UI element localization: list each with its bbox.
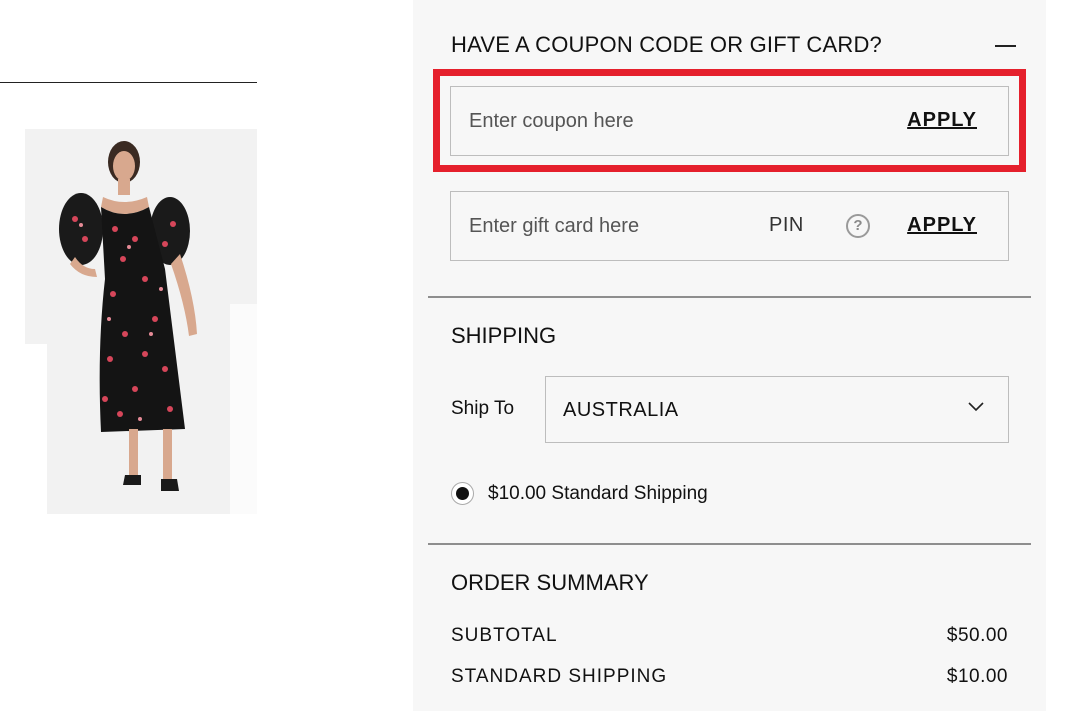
standard-shipping-label[interactable]: $10.00 Standard Shipping (488, 483, 708, 505)
top-divider (0, 82, 257, 83)
chevron-down-icon (968, 402, 984, 412)
shipping-cost-row: STANDARD SHIPPING $10.00 (451, 666, 1008, 688)
coupon-section-title[interactable]: HAVE A COUPON CODE OR GIFT CARD? (451, 32, 882, 58)
product-image[interactable] (25, 129, 257, 514)
subtotal-value: $50.00 (946, 625, 1008, 646)
ship-to-label: Ship To (451, 398, 515, 419)
giftcard-input[interactable] (451, 192, 751, 260)
order-summary-title: ORDER SUMMARY (451, 570, 649, 595)
giftcard-field[interactable]: PIN ? APPLY (450, 191, 1009, 261)
collapse-icon[interactable] (995, 45, 1016, 47)
pin-input[interactable]: PIN (769, 214, 804, 237)
shipping-cost-label: STANDARD SHIPPING (451, 666, 668, 687)
section-divider (428, 543, 1031, 545)
coupon-input[interactable] (451, 87, 891, 155)
standard-shipping-radio[interactable] (451, 482, 474, 505)
help-icon[interactable]: ? (846, 214, 870, 238)
coupon-field[interactable]: APPLY (450, 86, 1009, 156)
giftcard-apply-button[interactable]: APPLY (907, 214, 977, 237)
subtotal-label: SUBTOTAL (451, 625, 558, 646)
shipping-cost-value: $10.00 (946, 666, 1008, 687)
subtotal-row: SUBTOTAL $50.00 (451, 625, 1008, 647)
country-select[interactable]: AUSTRALIA (545, 376, 1009, 443)
coupon-apply-button[interactable]: APPLY (907, 109, 977, 132)
section-divider (428, 296, 1031, 298)
shipping-title: SHIPPING (451, 323, 557, 348)
country-select-value: AUSTRALIA (563, 399, 679, 421)
